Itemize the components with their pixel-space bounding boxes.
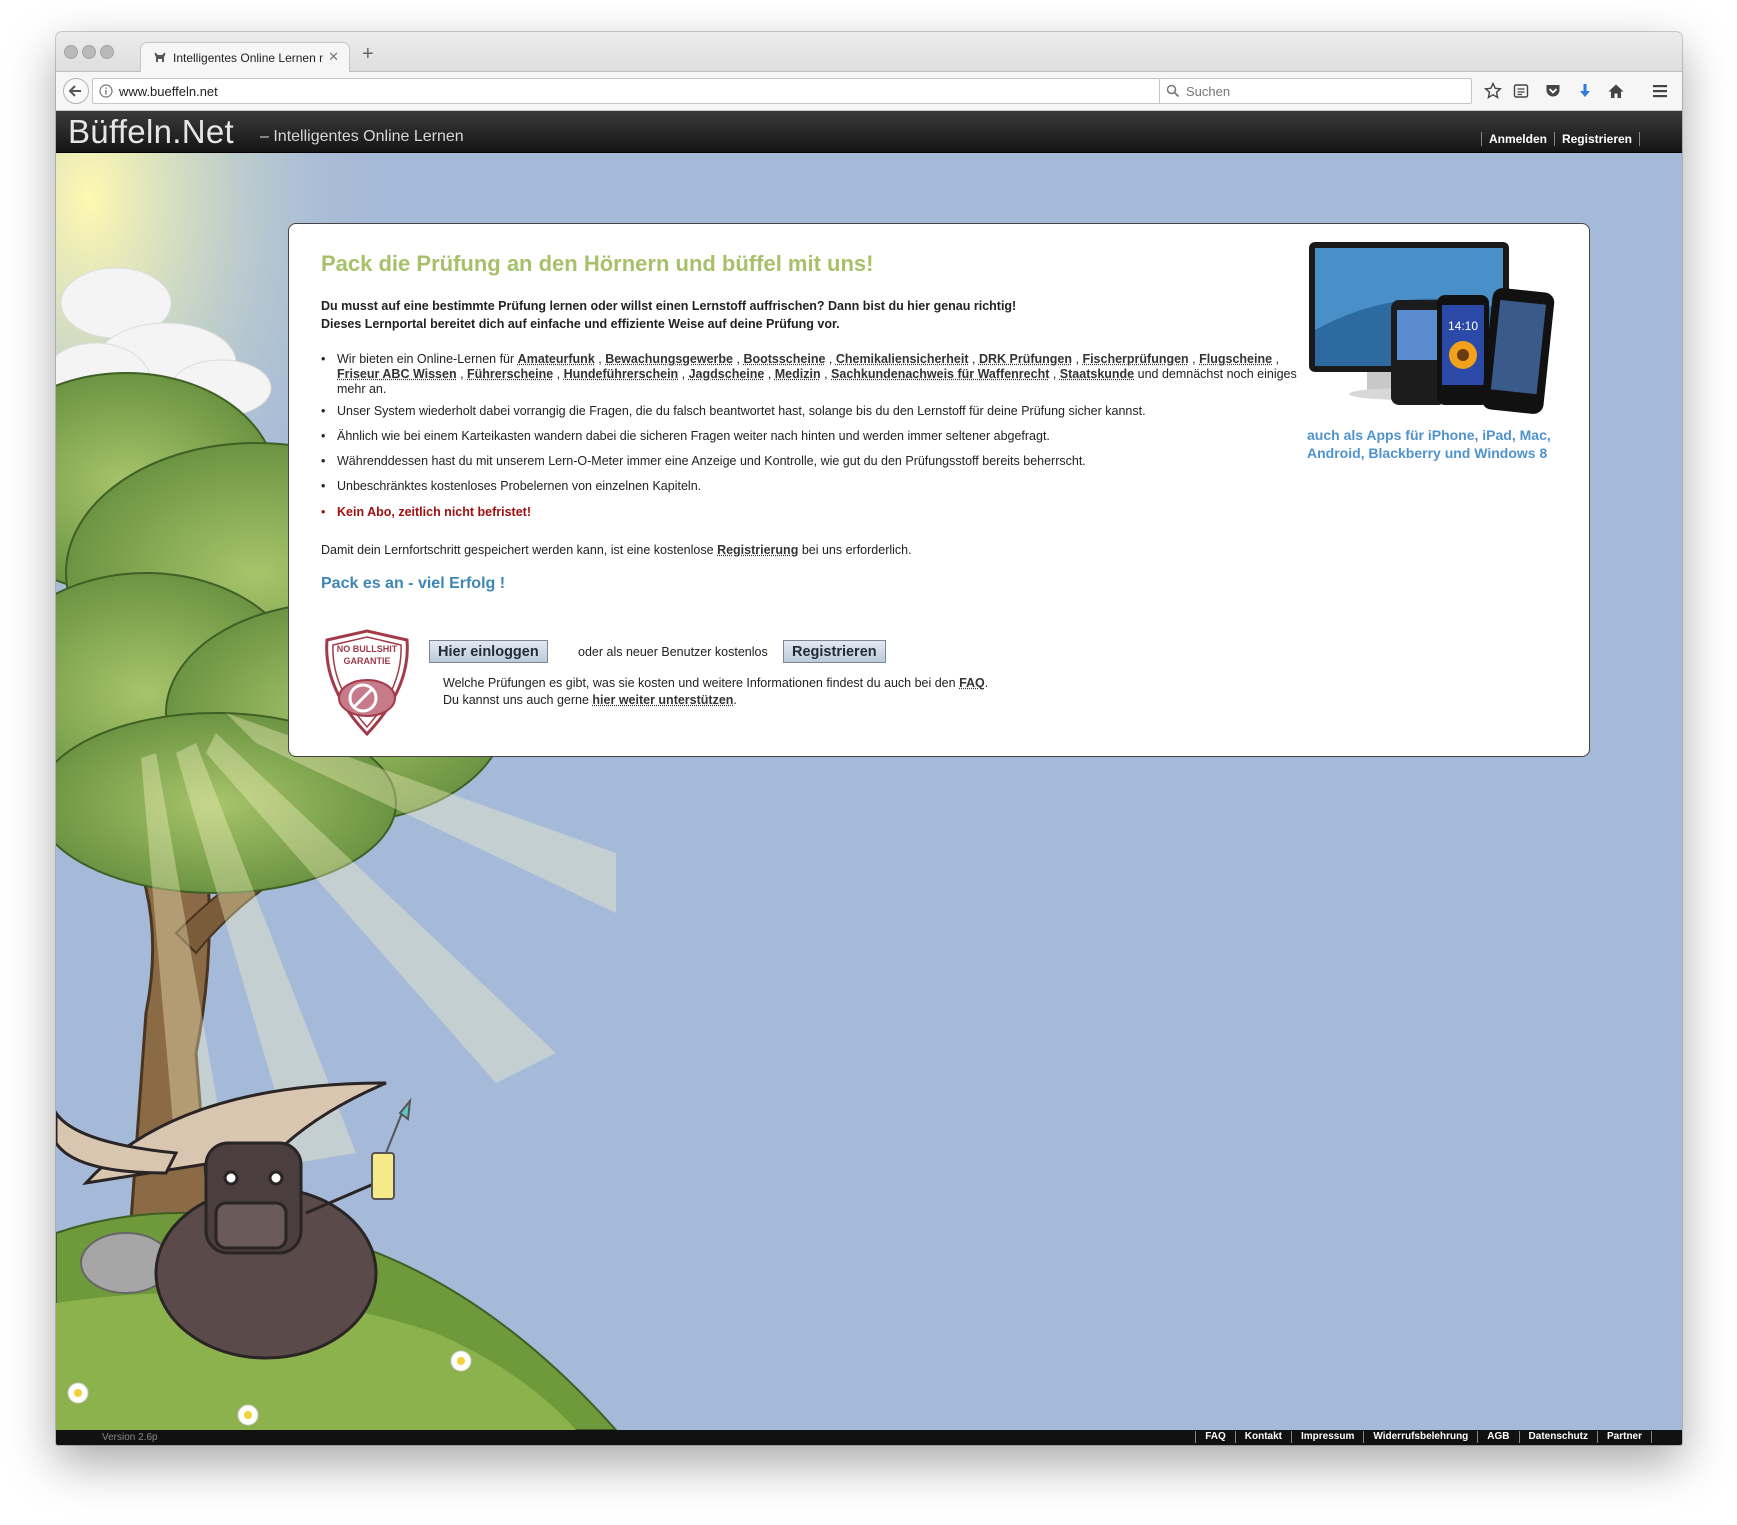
topic-link[interactable]: Amateurfunk	[518, 352, 595, 366]
cheer-text: Pack es an - viel Erfolg !	[321, 575, 506, 592]
page-title: Pack die Prüfung an den Hörnern und büff…	[321, 251, 874, 276]
site-slogan: – Intelligentes Online Lernen	[260, 128, 464, 145]
site-logo[interactable]: Büffeln.Net	[68, 113, 234, 151]
tab-strip: Intelligentes Online Lernen mi ✕ +	[56, 32, 1682, 72]
topic-link[interactable]: Bewachungsgewerbe	[605, 352, 733, 366]
feature-item: • Ähnlich wie bei einem Karteikasten wand…	[321, 429, 1050, 443]
register-link[interactable]: Registrieren	[1553, 132, 1640, 146]
tab-title: Intelligentes Online Lernen mi	[173, 51, 323, 65]
footer-link-agb[interactable]: AGB	[1477, 1431, 1518, 1443]
topic-link[interactable]: Hundeführerschein	[564, 367, 679, 381]
download-icon[interactable]	[1576, 82, 1594, 100]
topic-link[interactable]: Bootsscheine	[743, 352, 825, 366]
tab-close-icon[interactable]: ✕	[328, 49, 339, 65]
pocket-icon[interactable]	[1544, 82, 1562, 100]
topic-link[interactable]: Chemikaliensicherheit	[836, 352, 969, 366]
info-icon[interactable]	[99, 84, 113, 98]
login-button[interactable]: Hier einloggen	[429, 640, 548, 663]
site-footer: Version 2.6p FAQ Kontakt Impressum Wider…	[56, 1430, 1682, 1445]
topic-link[interactable]: DRK Prüfungen	[979, 352, 1072, 366]
site-header: Büffeln.Net – Intelligentes Online Lerne…	[56, 111, 1682, 153]
footer-link-kontakt[interactable]: Kontakt	[1234, 1431, 1291, 1443]
badge-line-2: GARANTIE	[344, 656, 391, 666]
navigation-bar: www.bueffeln.net Suchen	[56, 72, 1682, 111]
page-content: Pack die Prüfung an den Hörnern und büff…	[56, 153, 1682, 1430]
url-text: www.bueffeln.net	[119, 84, 218, 99]
no-bullshit-badge: NO BULLSHIT GARANTIE	[325, 629, 409, 737]
support-note: Du kannst uns auch gerne hier weiter unt…	[443, 693, 737, 707]
search-placeholder: Suchen	[1186, 84, 1231, 99]
back-button[interactable]	[63, 78, 89, 104]
welcome-card: Pack die Prüfung an den Hörnern und büff…	[288, 223, 1590, 757]
topic-link[interactable]: Flugscheine	[1199, 352, 1272, 366]
login-link[interactable]: Anmelden	[1480, 132, 1554, 146]
intro-line-2: Dieses Lernportal bereitet dich auf einf…	[321, 317, 840, 331]
buffalo-favicon-icon	[154, 52, 166, 62]
topic-link[interactable]: Sachkundenachweis für Waffenrecht	[831, 367, 1049, 381]
topic-link[interactable]: Staatskunde	[1060, 367, 1134, 381]
menu-icon[interactable]	[1651, 82, 1669, 100]
lemonade-glass	[371, 1097, 412, 1200]
feature-item: • Währenddessen hast du mit unserem Lern-…	[321, 454, 1086, 468]
version-label: Version 2.6p	[102, 1432, 158, 1443]
search-icon	[1166, 84, 1180, 98]
home-icon[interactable]	[1607, 82, 1625, 100]
footer-nav: FAQ Kontakt Impressum Widerrufsbelehrung…	[1195, 1431, 1652, 1443]
footer-link-impressum[interactable]: Impressum	[1291, 1431, 1363, 1443]
faq-link[interactable]: FAQ	[959, 676, 985, 690]
registration-note: Damit dein Lernfortschritt gespeichert w…	[321, 543, 912, 557]
footer-link-faq[interactable]: FAQ	[1195, 1431, 1235, 1443]
bookmark-star-icon[interactable]	[1484, 82, 1502, 100]
intro-text: Du musst auf eine bestimmte Prüfung lern…	[321, 297, 1121, 333]
badge-line-1: NO BULLSHIT	[337, 644, 398, 654]
topic-link[interactable]: Fischerprüfungen	[1082, 352, 1188, 366]
faq-note: Welche Prüfungen es gibt, was sie kosten…	[443, 676, 989, 690]
support-link[interactable]: hier weiter unterstützen	[592, 693, 733, 707]
footer-link-datenschutz[interactable]: Datenschutz	[1518, 1431, 1597, 1443]
feature-item-highlight: • Kein Abo, zeitlich nicht befristet!	[321, 505, 531, 519]
topic-link[interactable]: Jagdscheine	[689, 367, 765, 381]
apps-line-1: auch als Apps für iPhone, iPad, Mac,	[1307, 427, 1551, 443]
registration-link[interactable]: Registrierung	[717, 543, 798, 557]
header-nav: Anmelden Registrieren	[1480, 132, 1640, 146]
feature-item: • Unbeschränktes kostenloses Probelernen …	[321, 479, 702, 493]
browser-window: Intelligentes Online Lernen mi ✕ + www.b…	[56, 32, 1682, 1445]
intro-line-1: Du musst auf eine bestimmte Prüfung lern…	[321, 299, 1017, 313]
minimize-window-button[interactable]	[82, 45, 96, 59]
zoom-window-button[interactable]	[100, 45, 114, 59]
apps-line-2: Android, Blackberry und Windows 8	[1307, 445, 1548, 461]
register-button[interactable]: Registrieren	[783, 640, 886, 663]
back-arrow-icon	[68, 85, 81, 97]
address-bar[interactable]: www.bueffeln.net	[92, 78, 1202, 104]
topic-link[interactable]: Führerscheine	[467, 367, 553, 381]
or-text: oder als neuer Benutzer kostenlos	[578, 645, 768, 659]
topic-link[interactable]: Friseur ABC Wissen	[337, 367, 457, 381]
devices-image[interactable]: 14:10	[1307, 240, 1557, 422]
feature-item-topics: • Wir bieten ein Online-Lernen für Amate…	[321, 352, 1297, 396]
footer-link-widerrufsbelehrung[interactable]: Widerrufsbelehrung	[1363, 1431, 1477, 1443]
topic-link[interactable]: Medizin	[775, 367, 821, 381]
browser-tab[interactable]: Intelligentes Online Lernen mi ✕	[140, 42, 350, 72]
phone-time: 14:10	[1448, 319, 1478, 333]
close-window-button[interactable]	[64, 45, 78, 59]
new-tab-button[interactable]: +	[362, 43, 374, 66]
search-bar[interactable]: Suchen	[1159, 78, 1472, 104]
feature-item: • Unser System wiederholt dabei vorrangig…	[321, 404, 1146, 418]
footer-link-partner[interactable]: Partner	[1596, 1431, 1652, 1443]
reading-list-icon[interactable]	[1512, 82, 1530, 100]
apps-link[interactable]: auch als Apps für iPhone, iPad, Mac, And…	[1307, 426, 1567, 462]
